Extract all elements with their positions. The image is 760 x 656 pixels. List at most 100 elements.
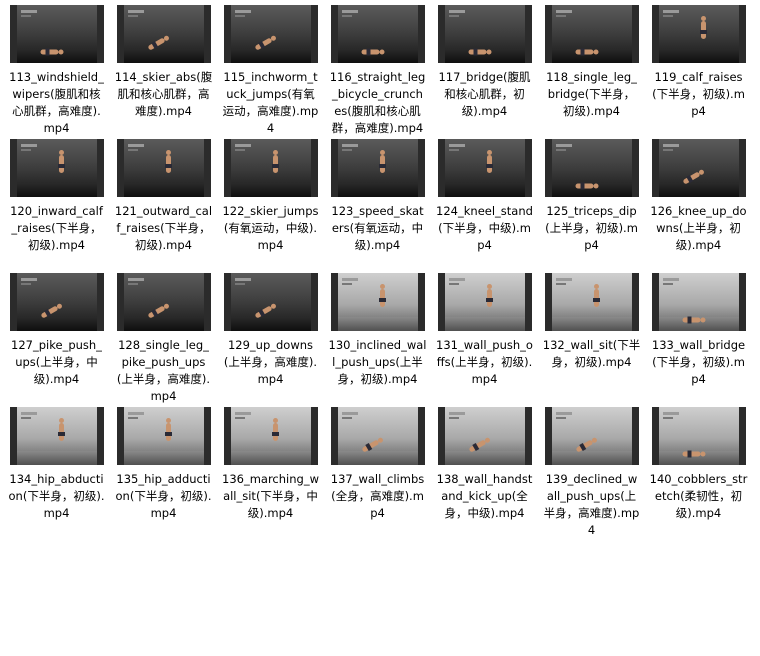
file-item[interactable]: 137_wall_climbs(全身，高难度).mp4 xyxy=(324,405,431,539)
film-strip xyxy=(418,273,425,331)
film-strip xyxy=(739,407,746,465)
file-item[interactable]: 117_bridge(腹肌和核心肌群，初级).mp4 xyxy=(431,3,538,137)
file-name-label: 120_inward_calf_raises(下半身，初级).mp4 xyxy=(10,204,103,252)
film-strip xyxy=(418,407,425,465)
video-thumbnail-icon xyxy=(330,139,425,197)
file-item[interactable]: 128_single_leg_pike_push_ups(上半身，高难度).mp… xyxy=(110,271,217,405)
film-strip xyxy=(438,5,445,63)
file-item[interactable]: 139_declined_wall_push_ups(上半身，高难度).mp4 xyxy=(538,405,645,539)
film-strip xyxy=(311,139,318,197)
file-item[interactable]: 113_windshield_wipers(腹肌和核心肌群，高难度).mp4 xyxy=(3,3,110,137)
film-strip xyxy=(418,5,425,63)
file-name-label: 130_inclined_wall_push_ups(上半身，初级).mp4 xyxy=(328,338,427,386)
file-item[interactable]: 136_marching_wall_sit(下半身，中级).mp4 xyxy=(217,405,324,539)
file-item[interactable]: 114_skier_abs(腹肌和核心肌群，高难度).mp4 xyxy=(110,3,217,137)
film-strip xyxy=(224,139,231,197)
file-name-label: 136_marching_wall_sit(下半身，中级).mp4 xyxy=(222,472,319,520)
film-strip xyxy=(204,407,211,465)
file-item[interactable]: 124_kneel_stand(下半身，中级).mp4 xyxy=(431,137,538,271)
film-strip xyxy=(525,139,532,197)
file-item[interactable]: 134_hip_abduction(下半身，初级).mp4 xyxy=(3,405,110,539)
exercise-figure xyxy=(164,150,172,173)
file-item[interactable]: 115_inchworm_tuck_jumps(有氧运动，高难度).mp4 xyxy=(217,3,324,137)
file-name-label: 135_hip_adduction(下半身，初级).mp4 xyxy=(115,472,212,520)
exercise-figure xyxy=(468,48,491,56)
file-item[interactable]: 138_wall_handstand_kick_up(全身，中级).mp4 xyxy=(431,405,538,539)
film-strip xyxy=(117,407,124,465)
file-item[interactable]: 122_skier_jumps(有氧运动，中级).mp4 xyxy=(217,137,324,271)
film-strip xyxy=(632,5,639,63)
video-thumbnail-icon xyxy=(437,5,532,63)
video-thumbnail-icon xyxy=(223,273,318,331)
file-item[interactable]: 116_straight_leg_bicycle_crunches(腹肌和核心肌… xyxy=(324,3,431,137)
video-thumbnail-icon xyxy=(9,407,104,465)
file-item[interactable]: 140_cobblers_stretch(柔韧性，初级).mp4 xyxy=(645,405,752,539)
file-name-label: 138_wall_handstand_kick_up(全身，中级).mp4 xyxy=(436,472,533,520)
file-name-label: 124_kneel_stand(下半身，中级).mp4 xyxy=(436,204,533,252)
file-grid: 113_windshield_wipers(腹肌和核心肌群，高难度).mp4 11… xyxy=(0,0,760,539)
file-item[interactable]: 126_knee_up_downs(上半身，初级).mp4 xyxy=(645,137,752,271)
film-strip xyxy=(97,5,104,63)
file-item[interactable]: 127_pike_push_ups(上半身，中级).mp4 xyxy=(3,271,110,405)
file-name-label: 117_bridge(腹肌和核心肌群，初级).mp4 xyxy=(438,70,531,118)
exercise-figure xyxy=(57,418,65,441)
video-thumbnail-icon xyxy=(223,139,318,197)
file-item[interactable]: 135_hip_adduction(下半身，初级).mp4 xyxy=(110,405,217,539)
film-strip xyxy=(204,139,211,197)
exercise-figure xyxy=(361,48,384,56)
exercise-figure xyxy=(592,284,600,307)
film-strip xyxy=(545,5,552,63)
film-strip xyxy=(438,407,445,465)
file-item[interactable]: 129_up_downs(上半身，高难度).mp4 xyxy=(217,271,324,405)
film-strip xyxy=(632,407,639,465)
file-name-label: 123_speed_skaters(有氧运动，中级).mp4 xyxy=(331,204,424,252)
film-strip xyxy=(10,273,17,331)
file-item[interactable]: 131_wall_push_offs(上半身，初级).mp4 xyxy=(431,271,538,405)
film-strip xyxy=(224,5,231,63)
film-strip xyxy=(331,273,338,331)
film-strip xyxy=(545,407,552,465)
film-strip xyxy=(117,139,124,197)
film-strip xyxy=(652,139,659,197)
film-strip xyxy=(739,139,746,197)
file-item[interactable]: 130_inclined_wall_push_ups(上半身，初级).mp4 xyxy=(324,271,431,405)
file-name-label: 132_wall_sit(下半身，初级).mp4 xyxy=(542,338,641,369)
file-item[interactable]: 121_outward_calf_raises(下半身，初级).mp4 xyxy=(110,137,217,271)
exercise-figure xyxy=(682,450,705,458)
video-thumbnail-icon xyxy=(9,5,104,63)
film-strip xyxy=(525,273,532,331)
file-name-label: 119_calf_raises(下半身，初级).mp4 xyxy=(652,70,745,118)
film-strip xyxy=(438,139,445,197)
file-item[interactable]: 132_wall_sit(下半身，初级).mp4 xyxy=(538,271,645,405)
film-strip xyxy=(652,5,659,63)
file-item[interactable]: 119_calf_raises(下半身，初级).mp4 xyxy=(645,3,752,137)
video-thumbnail-icon xyxy=(651,273,746,331)
file-item[interactable]: 125_triceps_dip(上半身，初级).mp4 xyxy=(538,137,645,271)
exercise-figure xyxy=(575,48,598,56)
file-name-label: 140_cobblers_stretch(柔韧性，初级).mp4 xyxy=(649,472,748,520)
file-name-label: 129_up_downs(上半身，高难度).mp4 xyxy=(223,338,318,386)
file-name-label: 114_skier_abs(腹肌和核心肌群，高难度).mp4 xyxy=(114,70,213,118)
video-thumbnail-icon xyxy=(9,273,104,331)
file-item[interactable]: 133_wall_bridge(下半身，初级).mp4 xyxy=(645,271,752,405)
file-item[interactable]: 120_inward_calf_raises(下半身，初级).mp4 xyxy=(3,137,110,271)
file-name-label: 113_windshield_wipers(腹肌和核心肌群，高难度).mp4 xyxy=(9,70,104,135)
film-strip xyxy=(652,273,659,331)
exercise-figure xyxy=(40,48,63,56)
file-name-label: 118_single_leg_bridge(下半身，初级).mp4 xyxy=(546,70,637,118)
video-thumbnail-icon xyxy=(544,5,639,63)
video-thumbnail-icon xyxy=(223,5,318,63)
video-thumbnail-icon xyxy=(330,5,425,63)
file-item[interactable]: 123_speed_skaters(有氧运动，中级).mp4 xyxy=(324,137,431,271)
film-strip xyxy=(739,5,746,63)
film-strip xyxy=(652,407,659,465)
file-item[interactable]: 118_single_leg_bridge(下半身，初级).mp4 xyxy=(538,3,645,137)
file-name-label: 128_single_leg_pike_push_ups(上半身，高难度).mp… xyxy=(116,338,211,403)
video-thumbnail-icon xyxy=(330,407,425,465)
exercise-figure xyxy=(682,316,705,324)
exercise-figure xyxy=(57,150,65,173)
file-name-label: 115_inchworm_tuck_jumps(有氧运动，高难度).mp4 xyxy=(222,70,319,135)
video-thumbnail-icon xyxy=(116,139,211,197)
video-thumbnail-icon xyxy=(437,273,532,331)
film-strip xyxy=(10,139,17,197)
